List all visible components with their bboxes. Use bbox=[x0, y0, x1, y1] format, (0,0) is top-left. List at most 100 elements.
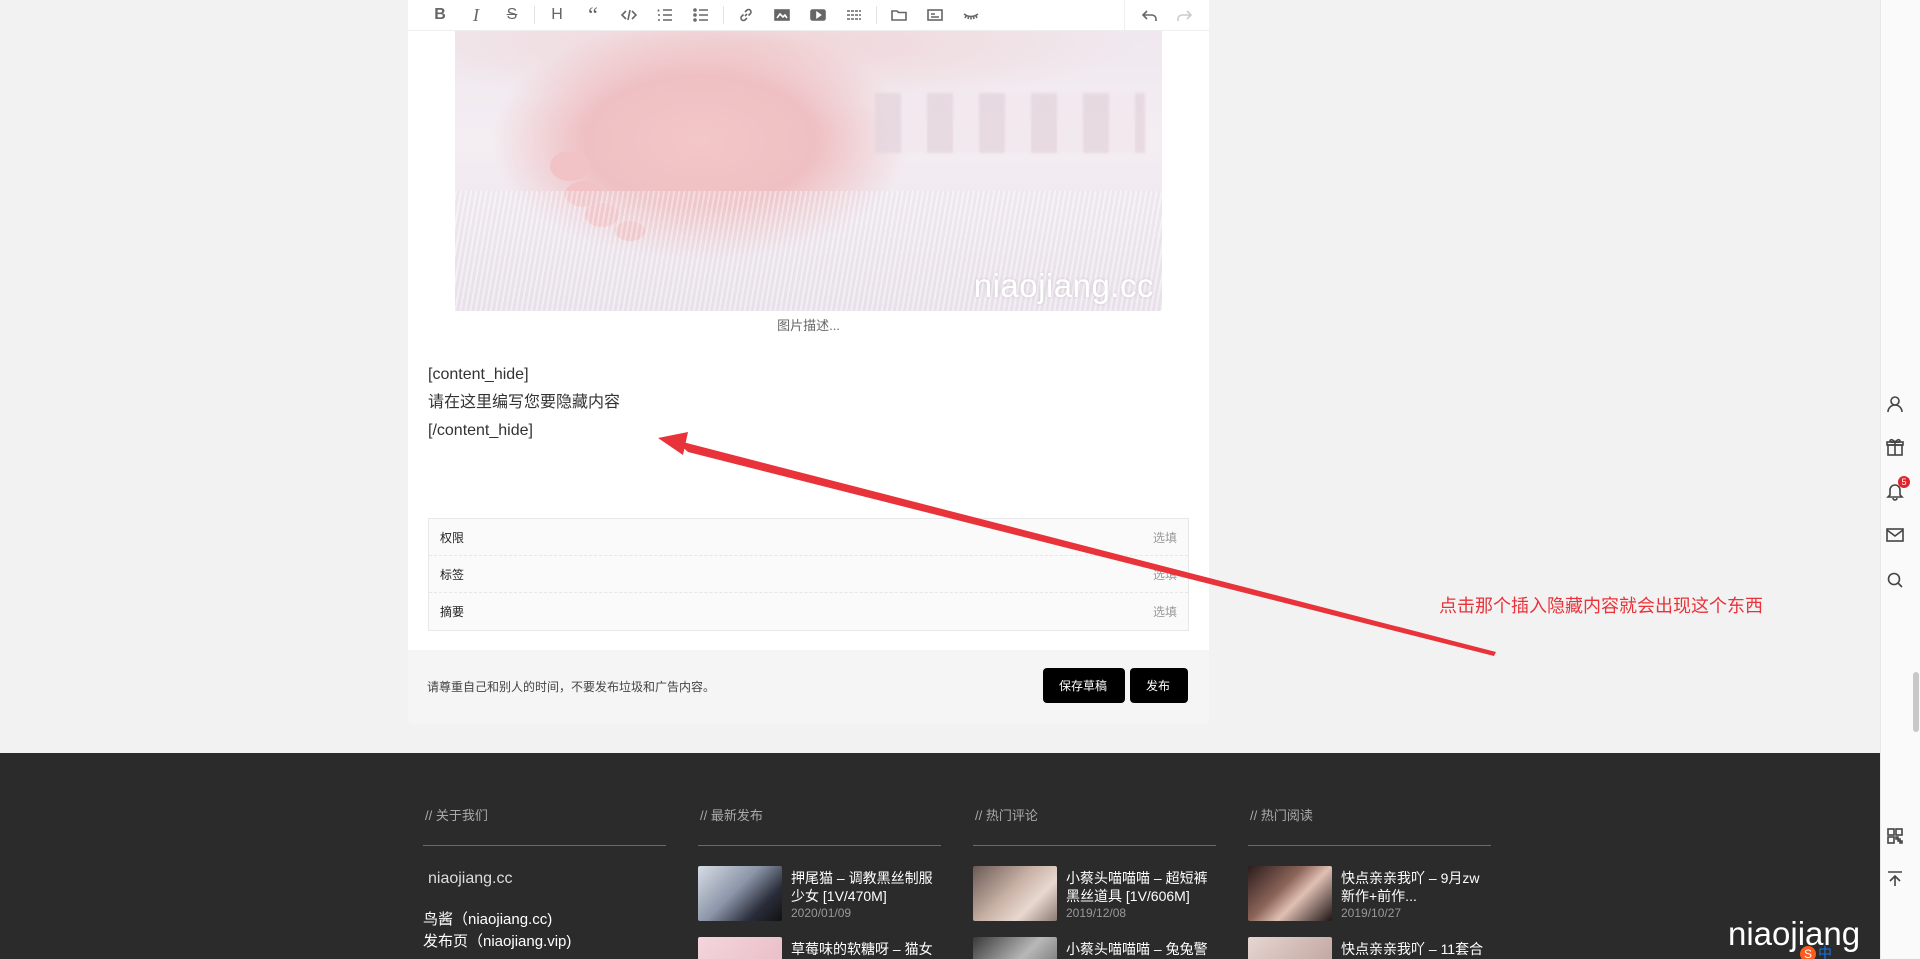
card-icon bbox=[927, 9, 943, 21]
history-controls bbox=[1124, 0, 1209, 31]
link-button[interactable] bbox=[728, 2, 764, 28]
file-button[interactable] bbox=[881, 2, 917, 28]
ime-mode: 中 bbox=[1818, 945, 1832, 959]
posting-notice: 请尊重自己和别人的时间，不要发布垃圾和广告内容。 bbox=[427, 680, 716, 694]
footer-link[interactable]: 发布页（niaojiang.vip) bbox=[423, 930, 571, 951]
post-meta-table: 权限 选填 标签 选填 摘要 选填 bbox=[428, 518, 1189, 631]
sogou-icon: S bbox=[1800, 946, 1816, 959]
ime-indicator[interactable]: S中 bbox=[1800, 943, 1832, 959]
post-thumbnail bbox=[1248, 866, 1332, 921]
post-editor: B I S H “ niaojiang.cc 图片描述... [content_ bbox=[408, 0, 1209, 724]
message-button[interactable] bbox=[1885, 525, 1905, 545]
heading-button[interactable]: H bbox=[539, 2, 575, 28]
notification-button[interactable]: 5 bbox=[1885, 476, 1910, 501]
hide-content-button[interactable] bbox=[953, 2, 989, 28]
post-item[interactable]: 小蔡头喵喵喵 – 超短裤黑丝道具 [1V/606M] 2019/12/08 bbox=[973, 866, 1216, 922]
corner-watermark: niaojiang bbox=[1728, 915, 1861, 952]
card-button[interactable] bbox=[917, 2, 953, 28]
qrcode-icon bbox=[1887, 828, 1903, 844]
meta-label: 摘要 bbox=[440, 605, 465, 619]
undo-icon bbox=[1141, 9, 1157, 21]
meta-row-permission[interactable]: 权限 选填 bbox=[429, 519, 1188, 556]
scrollbar-thumb[interactable] bbox=[1913, 672, 1919, 732]
divider-icon bbox=[847, 10, 861, 20]
post-thumbnail bbox=[698, 866, 782, 921]
code-button[interactable] bbox=[611, 2, 647, 28]
user-button[interactable] bbox=[1885, 394, 1905, 414]
embedded-image[interactable]: niaojiang.cc bbox=[455, 31, 1162, 311]
editor-content[interactable]: [content_hide] 请在这里编写您要隐藏内容 [/content_hi… bbox=[428, 361, 620, 445]
editor-toolbar: B I S H “ bbox=[408, 0, 1209, 31]
meta-label: 标签 bbox=[440, 567, 465, 582]
video-icon bbox=[810, 9, 826, 21]
undo-button[interactable] bbox=[1131, 3, 1167, 29]
post-title: 小蔡头喵喵喵 – 兔兔警 bbox=[1066, 941, 1208, 957]
meta-row-summary[interactable]: 摘要 选填 bbox=[429, 593, 1188, 630]
post-item[interactable]: 草莓味的软糖呀 – 猫女 bbox=[698, 937, 941, 959]
footer-column-title: // 最新发布 bbox=[700, 808, 763, 823]
post-thumbnail bbox=[973, 937, 1057, 959]
publish-button[interactable]: 发布 bbox=[1130, 668, 1188, 703]
post-item[interactable]: 快点亲亲我吖 – 11套合 bbox=[1248, 937, 1491, 959]
arrow-up-icon bbox=[1888, 871, 1902, 886]
search-button[interactable] bbox=[1885, 570, 1905, 590]
toolbar-divider bbox=[723, 6, 724, 24]
folder-icon bbox=[891, 10, 907, 21]
meta-row-tags[interactable]: 标签 选填 bbox=[429, 556, 1188, 593]
post-thumbnail bbox=[973, 866, 1057, 921]
meta-hint: 选填 bbox=[1152, 567, 1177, 582]
user-icon bbox=[1887, 396, 1903, 413]
footer-divider bbox=[973, 845, 1216, 846]
post-title: 快点亲亲我吖 – 9月zw新作+前作... bbox=[1341, 870, 1480, 904]
post-thumbnail bbox=[1248, 937, 1332, 959]
toolbar-divider bbox=[876, 6, 877, 24]
post-date: 2020/01/09 bbox=[791, 906, 852, 920]
ordered-list-icon bbox=[657, 9, 672, 21]
post-title: 快点亲亲我吖 – 11套合 bbox=[1341, 941, 1484, 957]
divider-button[interactable] bbox=[836, 2, 872, 28]
content-line[interactable]: [content_hide] bbox=[428, 361, 620, 389]
strikethrough-button[interactable]: S bbox=[494, 2, 530, 28]
unordered-list-icon bbox=[693, 8, 708, 22]
meta-hint: 选填 bbox=[1152, 605, 1177, 619]
image-caption[interactable]: 图片描述... bbox=[408, 315, 1209, 334]
unordered-list-button[interactable] bbox=[683, 2, 719, 28]
redo-button[interactable] bbox=[1167, 3, 1203, 29]
video-button[interactable] bbox=[800, 2, 836, 28]
qrcode-button[interactable] bbox=[1885, 826, 1905, 846]
post-item[interactable]: 小蔡头喵喵喵 – 兔兔警 bbox=[973, 937, 1216, 959]
post-thumbnail bbox=[698, 937, 782, 959]
bold-icon: B bbox=[434, 6, 446, 23]
gift-button[interactable] bbox=[1885, 437, 1905, 457]
link-icon bbox=[740, 8, 752, 22]
post-item[interactable]: 押尾猫 – 调教黑丝制服少女 [1V/470M] 2020/01/09 bbox=[698, 866, 941, 922]
post-item[interactable]: 快点亲亲我吖 – 9月zw新作+前作... 2019/10/27 bbox=[1248, 866, 1491, 922]
quote-button[interactable]: “ bbox=[575, 2, 611, 28]
redo-icon bbox=[1177, 9, 1193, 21]
post-title: 小蔡头喵喵喵 – 超短裤黑丝道具 [1V/606M] bbox=[1066, 870, 1208, 904]
submit-bar: 请尊重自己和别人的时间，不要发布垃圾和广告内容。 保存草稿 发布 bbox=[408, 650, 1209, 724]
image-mosaic bbox=[875, 93, 1145, 153]
back-to-top-button[interactable] bbox=[1885, 869, 1905, 889]
annotation-text: 点击那个插入隐藏内容就会出现这个东西 bbox=[1439, 596, 1763, 616]
italic-button[interactable]: I bbox=[458, 2, 494, 28]
footer-column-title: // 热门评论 bbox=[975, 808, 1038, 823]
strikethrough-icon: S bbox=[506, 6, 518, 23]
mail-icon bbox=[1886, 528, 1904, 542]
image-button[interactable] bbox=[764, 2, 800, 28]
eye-closed-icon bbox=[963, 13, 979, 20]
notification-badge: 5 bbox=[1898, 476, 1910, 488]
heading-icon: H bbox=[551, 6, 563, 23]
ordered-list-button[interactable] bbox=[647, 2, 683, 28]
search-icon bbox=[1887, 572, 1903, 588]
content-line[interactable]: [/content_hide] bbox=[428, 417, 620, 445]
footer-link[interactable]: 鸟酱（niaojiang.cc) bbox=[423, 908, 552, 929]
toolbar-divider bbox=[534, 6, 535, 24]
meta-label: 权限 bbox=[440, 530, 465, 545]
image-watermark: niaojiang.cc bbox=[973, 267, 1154, 304]
content-line[interactable]: 请在这里编写您要隐藏内容 bbox=[428, 389, 620, 417]
post-title: 押尾猫 – 调教黑丝制服少女 [1V/470M] bbox=[791, 870, 933, 904]
meta-hint: 选填 bbox=[1152, 530, 1177, 545]
bold-button[interactable]: B bbox=[422, 2, 458, 28]
save-draft-button[interactable]: 保存草稿 bbox=[1043, 668, 1125, 703]
